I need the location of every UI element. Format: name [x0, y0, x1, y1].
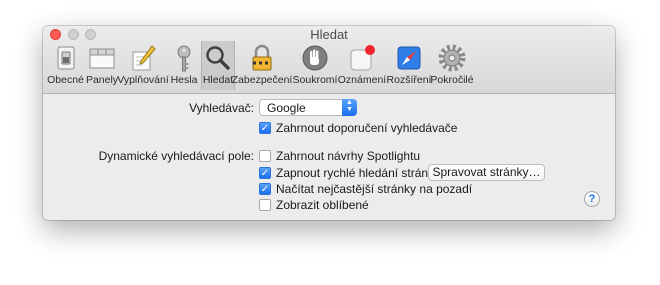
preload-top-hit-checkbox[interactable]: ✓ — [259, 183, 271, 195]
spotlight-label: Zahrnout návrhy Spotlightu — [276, 149, 421, 163]
include-suggestions-checkbox[interactable]: ✓ — [259, 122, 271, 134]
tab-advanced[interactable]: Pokročilé — [430, 41, 474, 90]
quick-website-search-label: Zapnout rychlé hledání stránek — [276, 166, 441, 180]
chevron-up-down-icon: ▲ ▼ — [342, 99, 357, 116]
privacy-hand-icon — [302, 45, 328, 71]
magnifier-icon — [206, 46, 230, 70]
tab-autofill[interactable]: Vyplňování — [117, 41, 169, 90]
help-button[interactable]: ? — [584, 191, 600, 207]
autofill-pencil-icon — [132, 45, 156, 71]
spotlight-checkbox[interactable] — [259, 150, 271, 162]
search-engine-value: Google — [267, 101, 306, 115]
preferences-window: Hledat Obecné Panely Vyplňování Hesla Hl… — [43, 26, 615, 220]
notifications-badge-icon — [350, 45, 375, 71]
smart-search-label: Dynamické vyhledávací pole: — [98, 149, 254, 163]
general-switch-icon — [57, 46, 74, 70]
toolbar: Hledat Obecné Panely Vyplňování Hesla Hl… — [43, 26, 615, 94]
search-engine-select[interactable]: Google ▲ ▼ — [259, 99, 357, 116]
tab-privacy[interactable]: Soukromí — [293, 41, 337, 90]
padlock-icon — [252, 44, 272, 71]
manage-websites-button[interactable]: Spravovat stránky… — [428, 164, 545, 181]
show-favorites-label: Zobrazit oblíbené — [276, 198, 369, 212]
search-engine-label: Vyhledávač: — [189, 101, 254, 115]
quick-website-search-checkbox[interactable]: ✓ — [259, 167, 271, 179]
extensions-compass-icon — [397, 46, 421, 70]
preload-top-hit-label: Načítat nejčastější stránky na pozadí — [276, 182, 473, 196]
tab-advanced-label: Pokročilé — [430, 74, 474, 86]
key-icon — [177, 45, 191, 72]
tab-security[interactable]: Zabezpečení — [232, 41, 292, 90]
show-favorites-checkbox[interactable] — [259, 199, 271, 211]
include-suggestions-label: Zahrnout doporučení vyhledávače — [276, 121, 458, 135]
advanced-gear-icon — [438, 44, 466, 72]
tab-security-label: Zabezpečení — [231, 74, 293, 86]
tab-notifications[interactable]: Oznámení — [338, 41, 386, 90]
tabs-icon — [89, 48, 115, 69]
